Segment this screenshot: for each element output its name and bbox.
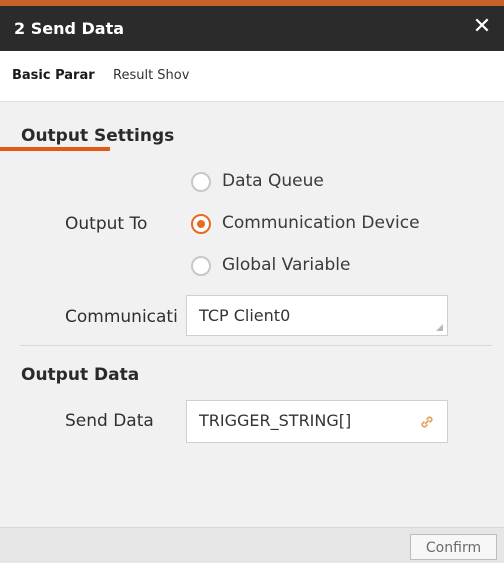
communication-device-label: Communicati (65, 307, 178, 327)
tab-basic-parameters[interactable]: Basic Parar (0, 51, 100, 101)
dialog-footer: Confirm (0, 527, 504, 563)
confirm-button[interactable]: Confirm (410, 534, 497, 560)
radio-label-global-variable[interactable]: Global Variable (222, 255, 350, 275)
dialog-title: 2 Send Data (14, 19, 125, 38)
section-divider (20, 345, 492, 346)
link-icon[interactable] (419, 414, 435, 430)
tab-result-show[interactable]: Result Shov (113, 51, 217, 101)
dropdown-resize-icon (436, 324, 443, 331)
radio-communication-device[interactable] (191, 214, 211, 234)
close-icon[interactable]: ✕ (470, 15, 494, 39)
send-data-label: Send Data (65, 411, 154, 431)
output-to-label: Output To (65, 214, 148, 234)
send-data-field[interactable]: TRIGGER_STRING[] (186, 400, 448, 443)
send-data-dialog: 2 Send Data ✕ Basic Parar Result Shov Ou… (0, 0, 504, 563)
active-tab-indicator (0, 147, 110, 151)
title-bar: 2 Send Data ✕ (0, 6, 504, 51)
tab-bar: Basic Parar Result Shov (0, 51, 504, 151)
radio-data-queue[interactable] (191, 172, 211, 192)
output-settings-heading: Output Settings (21, 126, 175, 146)
send-data-value: TRIGGER_STRING[] (199, 411, 352, 430)
radio-label-communication-device[interactable]: Communication Device (222, 213, 420, 233)
radio-label-data-queue[interactable]: Data Queue (222, 171, 324, 191)
communication-device-dropdown[interactable]: TCP Client0 (186, 295, 448, 336)
communication-device-value: TCP Client0 (199, 306, 291, 325)
output-data-heading: Output Data (21, 365, 140, 385)
radio-global-variable[interactable] (191, 256, 211, 276)
